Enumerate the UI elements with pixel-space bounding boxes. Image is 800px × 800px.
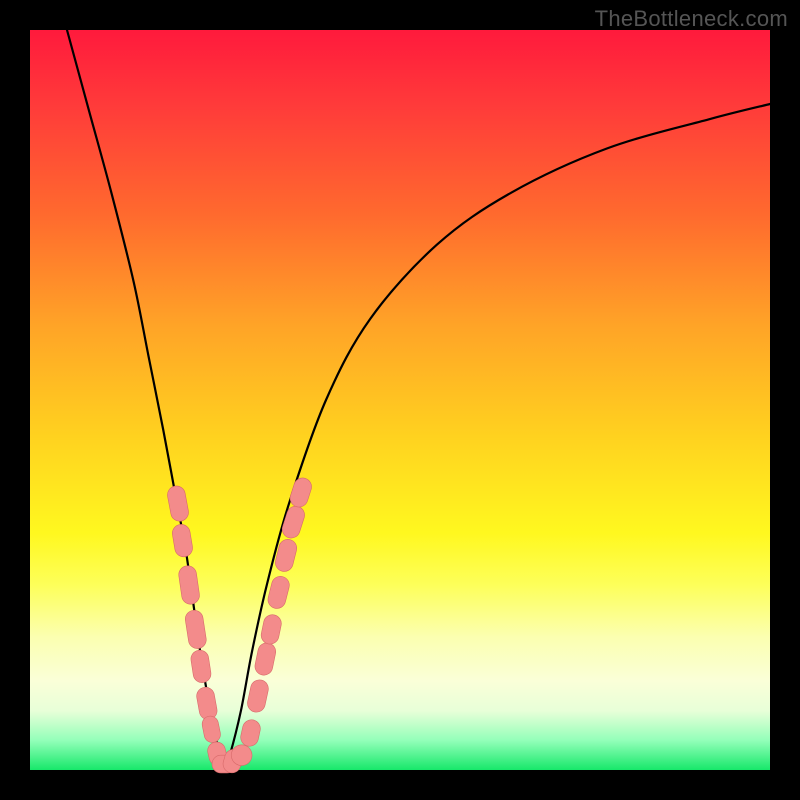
- curve-marker: [239, 718, 262, 748]
- curve-marker: [190, 649, 213, 684]
- curve-marker: [253, 641, 277, 676]
- plot-area: [30, 30, 770, 770]
- curve-marker: [195, 686, 218, 721]
- curve-marker: [166, 485, 190, 523]
- curve-marker: [178, 565, 201, 606]
- curve-marker: [201, 715, 222, 744]
- curve-marker: [288, 476, 314, 510]
- curve-marker: [171, 523, 194, 558]
- chart-frame: TheBottleneck.com: [0, 0, 800, 800]
- curve-marker: [266, 574, 291, 610]
- marker-layer: [166, 476, 314, 775]
- curve-marker: [184, 609, 207, 650]
- curve-marker: [260, 613, 283, 646]
- curve-marker: [246, 678, 270, 714]
- bottleneck-curve-path: [67, 30, 770, 770]
- watermark-text: TheBottleneck.com: [595, 6, 788, 32]
- chart-svg: [30, 30, 770, 770]
- curve-marker: [280, 504, 307, 540]
